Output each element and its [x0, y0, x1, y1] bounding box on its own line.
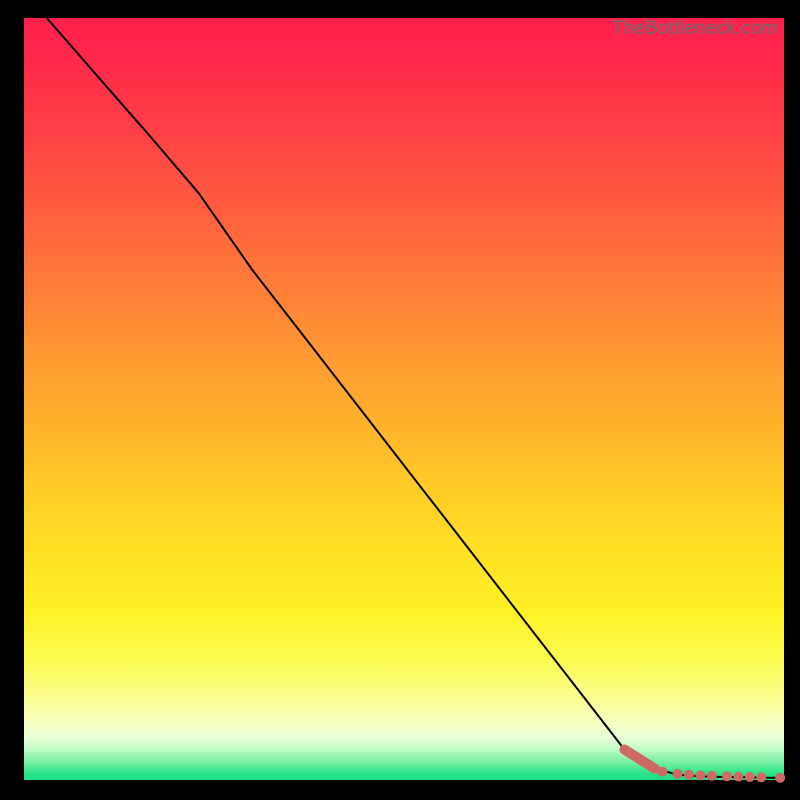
main-curve: [47, 18, 784, 778]
highlight-dot: [684, 770, 694, 780]
highlight-dot: [722, 771, 732, 781]
highlight-dot: [657, 767, 667, 777]
highlight-dot: [733, 772, 743, 782]
highlight-dot: [707, 771, 717, 781]
highlight-dots: [657, 767, 785, 783]
highlight-dot: [775, 773, 785, 783]
chart-overlay: [24, 18, 784, 780]
highlight-dot: [673, 769, 683, 779]
plot-area: TheBottleneck.com: [24, 18, 784, 780]
highlight-segment: [624, 750, 654, 769]
chart-stage: TheBottleneck.com: [0, 0, 800, 800]
highlight-dot: [745, 772, 755, 782]
highlight-dot: [756, 772, 766, 782]
highlight-dot: [695, 770, 705, 780]
